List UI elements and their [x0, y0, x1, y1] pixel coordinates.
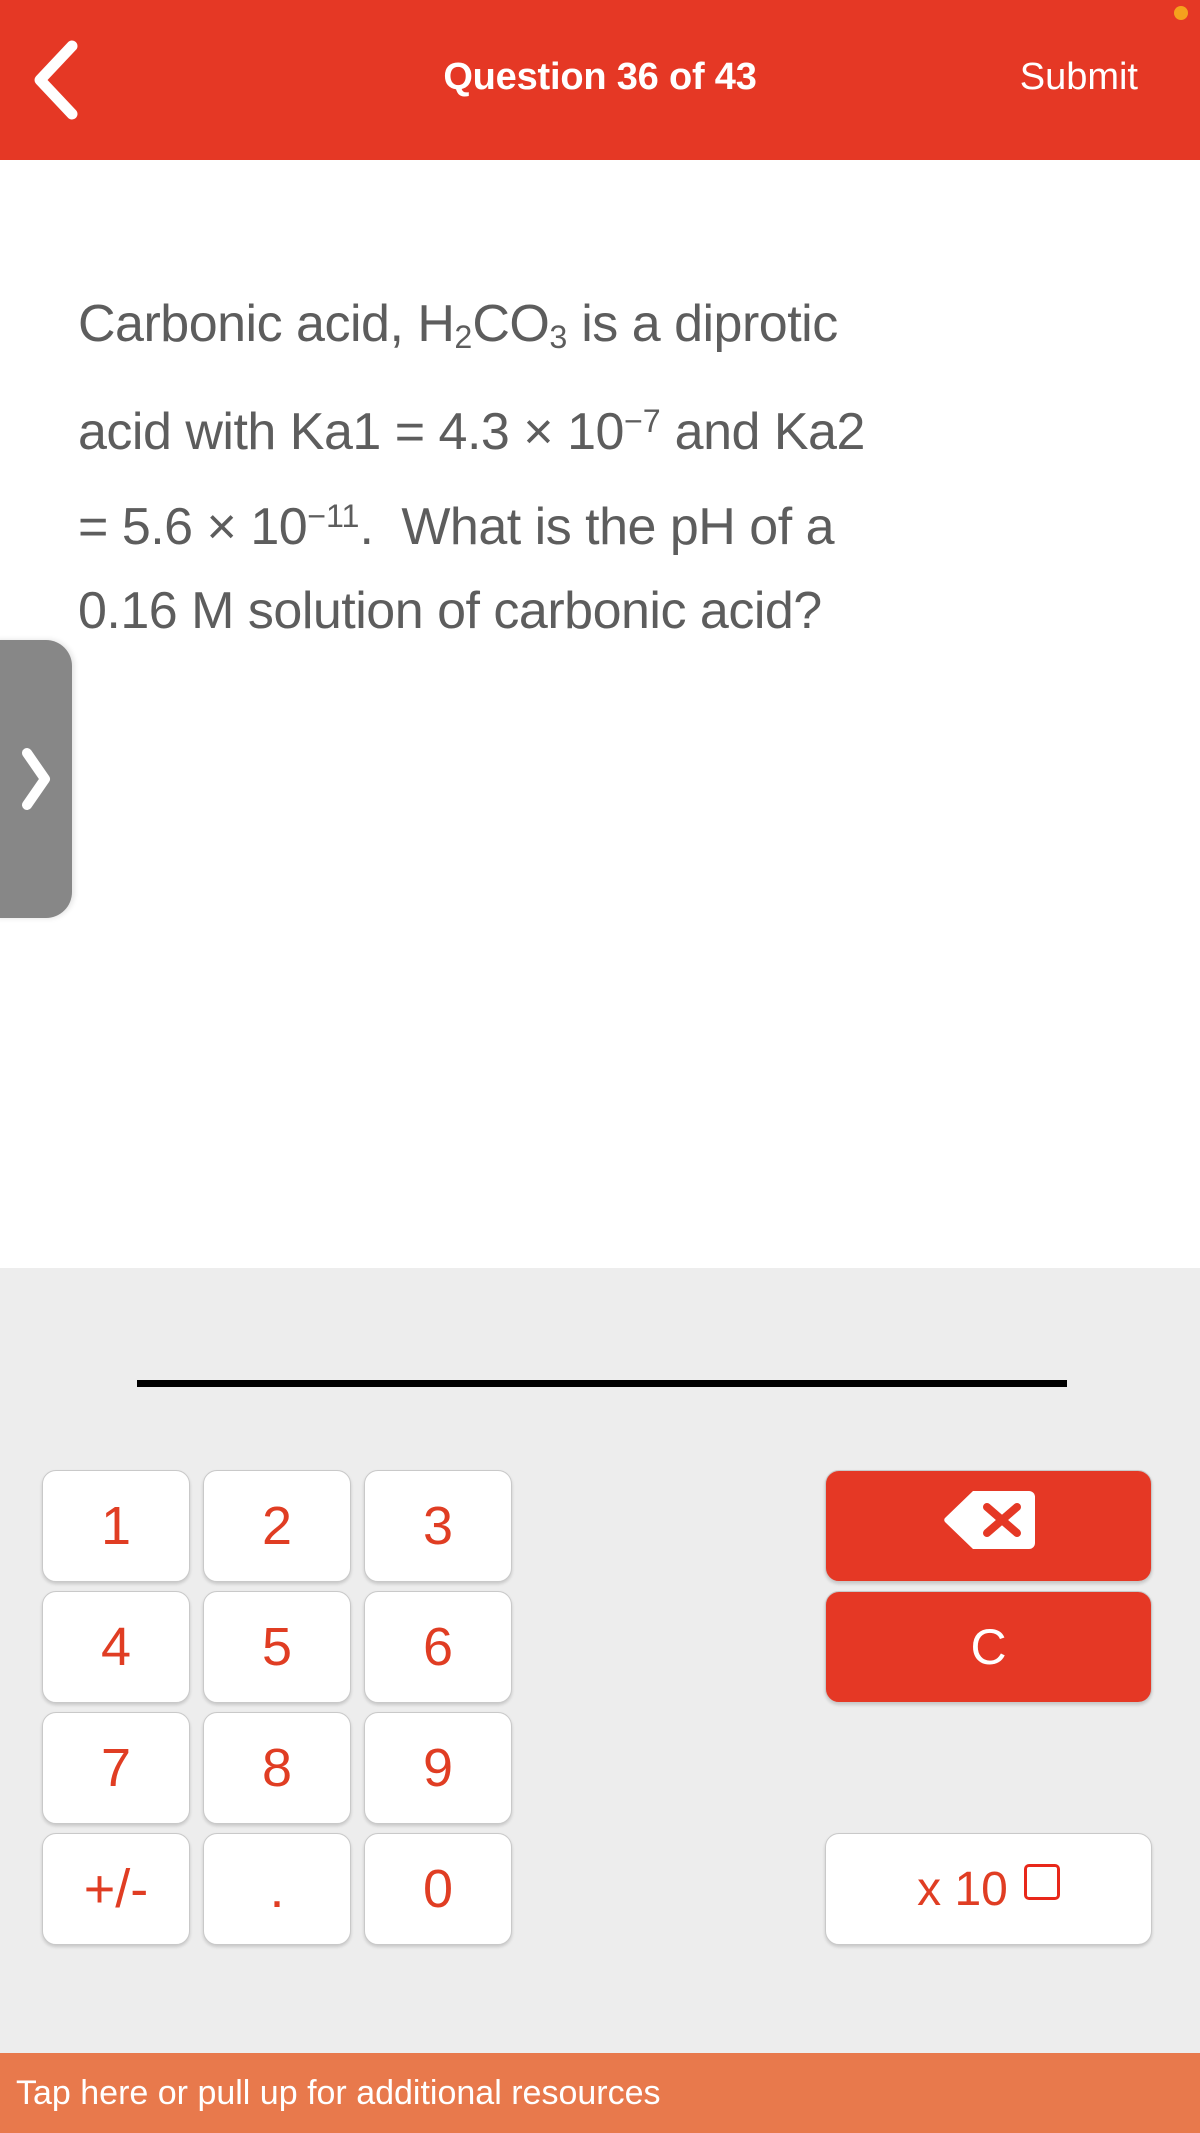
keypad-key-5[interactable]: 5 — [203, 1591, 351, 1703]
keypad-key-exponent[interactable]: x 10 — [825, 1833, 1152, 1945]
notification-dot — [1174, 6, 1188, 20]
keypad-key-4[interactable]: 4 — [42, 1591, 190, 1703]
keypad-key-decimal[interactable]: . — [203, 1833, 351, 1945]
question-subscript-2: 2 — [454, 319, 473, 356]
exponent-placeholder-box — [1023, 1864, 1060, 1900]
question-line-1-part-c: CO — [472, 295, 550, 353]
keypad-key-clear[interactable]: C — [825, 1591, 1152, 1703]
question-line-1-part-a: Carbonic acid, H — [78, 295, 455, 353]
keypad-key-0[interactable]: 0 — [364, 1833, 512, 1945]
keypad-key-7[interactable]: 7 — [42, 1712, 190, 1824]
question-text: Carbonic acid, H2CO3 is a diprotic acid w… — [78, 282, 1118, 653]
top-header-bar: Question 36 of 43 Submit — [0, 0, 1200, 160]
keypad-key-6[interactable]: 6 — [364, 1591, 512, 1703]
question-line-2-part-c: and Ka2 — [660, 402, 866, 461]
keypad-key-sign[interactable]: +/- — [42, 1833, 190, 1945]
question-line-1-part-e: is a diprotic — [567, 295, 838, 353]
keypad-key-8[interactable]: 8 — [203, 1712, 351, 1824]
side-drawer-tab[interactable] — [0, 640, 72, 918]
question-line-4: 0.16 M solution of carbonic acid? — [78, 581, 822, 640]
additional-resources-bar[interactable]: Tap here or pull up for additional resou… — [0, 2053, 1200, 2133]
backspace-icon — [943, 1489, 1035, 1563]
keypad-key-exponent-label: x 10 — [917, 1862, 1008, 1916]
question-line-2-part-a: acid with Ka1 = 4.3 × 10 — [78, 402, 624, 461]
keypad-panel: 1 2 3 4 5 6 7 8 9 +/- . 0 C x 10 — [0, 1268, 1200, 2053]
question-line-3-part-a: = 5.6 × 10 — [78, 497, 308, 556]
chevron-right-icon — [14, 747, 52, 811]
keypad-key-9[interactable]: 9 — [364, 1712, 512, 1824]
question-line-3-part-c: . What is the pH of a — [359, 497, 835, 556]
keypad-grid: 1 2 3 4 5 6 7 8 9 +/- . 0 C x 10 — [0, 1268, 1200, 2053]
question-exponent-minus-11: −11 — [307, 497, 360, 534]
keypad-key-1[interactable]: 1 — [42, 1470, 190, 1582]
keypad-key-2[interactable]: 2 — [203, 1470, 351, 1582]
question-content-area: Carbonic acid, H2CO3 is a diprotic acid w… — [0, 160, 1200, 1268]
keypad-key-backspace[interactable] — [825, 1470, 1152, 1582]
question-exponent-minus-7: −7 — [623, 403, 661, 440]
keypad-key-3[interactable]: 3 — [364, 1470, 512, 1582]
submit-button[interactable]: Submit — [1020, 0, 1138, 160]
question-subscript-3: 3 — [549, 319, 568, 356]
